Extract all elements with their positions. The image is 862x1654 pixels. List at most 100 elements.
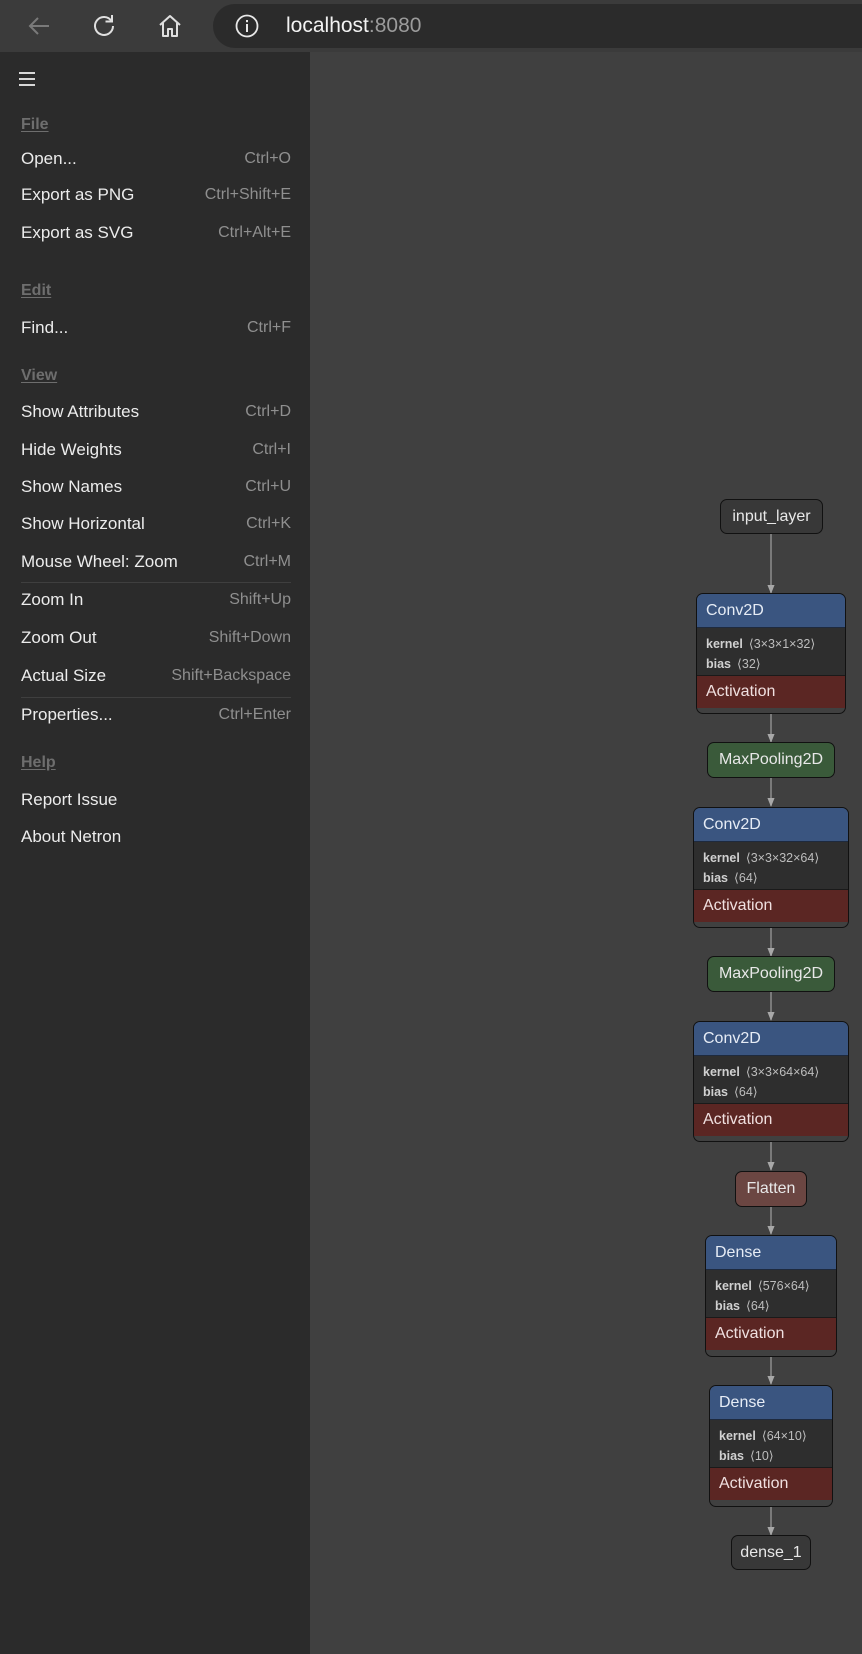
attr-value: ⟨32⟩	[737, 657, 761, 671]
menu-item-properties[interactable]: Properties... Ctrl+Enter	[21, 700, 291, 730]
attr-value: ⟨64⟩	[746, 1299, 770, 1313]
menu-item-zoom-in[interactable]: Zoom In Shift+Up	[21, 585, 291, 615]
menu-item-label: Mouse Wheel: Zoom	[21, 552, 178, 571]
menu-item-label: Show Attributes	[21, 402, 140, 421]
kernel-attr: kernel ⟨576×64⟩	[715, 1276, 836, 1296]
menu-item-label: Show Names	[21, 477, 123, 496]
bias-attr: bias ⟨64⟩	[703, 1082, 848, 1102]
hamburger-menu-icon[interactable]	[19, 72, 35, 86]
activation-label: Activation	[694, 889, 848, 922]
menu-item-shortcut: Ctrl+Alt+E	[218, 224, 291, 241]
menu-item-export-png[interactable]: Export as PNG Ctrl+Shift+E	[21, 180, 291, 210]
conv2d-node[interactable]: Conv2D kernel ⟨3×3×32×64⟩ bias ⟨64⟩ Activa…	[693, 807, 849, 928]
attr-name: bias	[715, 1299, 741, 1313]
address-bar[interactable]: localhost:8080	[213, 4, 862, 48]
maxpooling2d-node[interactable]: MaxPooling2D	[707, 956, 835, 992]
dense-node[interactable]: Dense kernel ⟨576×64⟩ bias ⟨64⟩ Activation	[705, 1235, 837, 1357]
attr-value: ⟨64⟩	[734, 1085, 758, 1099]
maxpooling2d-node[interactable]: MaxPooling2D	[707, 742, 835, 778]
menu-item-mouse-wheel-zoom[interactable]: Mouse Wheel: Zoom Ctrl+M	[21, 547, 291, 577]
menu-item-zoom-out[interactable]: Zoom Out Shift+Down	[21, 623, 291, 653]
menu-divider	[21, 697, 291, 698]
attr-value: ⟨64⟩	[734, 871, 758, 885]
node-type-label: Dense	[706, 1236, 836, 1270]
menu-item-label: Properties...	[21, 705, 113, 724]
attr-name: bias	[703, 1085, 729, 1099]
conv2d-node[interactable]: Conv2D kernel ⟨3×3×1×32⟩ bias ⟨32⟩ Activat…	[696, 593, 846, 714]
home-button[interactable]	[152, 8, 188, 44]
menu-item-actual-size[interactable]: Actual Size Shift+Backspace	[21, 661, 291, 691]
menu-item-label: Open...	[21, 149, 77, 168]
info-icon[interactable]	[235, 14, 259, 38]
activation-label: Activation	[710, 1467, 832, 1500]
activation-label: Activation	[697, 675, 845, 708]
menu-item-label: Find...	[21, 318, 69, 337]
menu-item-show-horizontal[interactable]: Show Horizontal Ctrl+K	[21, 509, 291, 539]
node-attributes: kernel ⟨64×10⟩ bias ⟨10⟩	[710, 1420, 832, 1467]
reload-icon	[94, 15, 114, 36]
graph-output-node[interactable]: dense_1	[731, 1535, 811, 1570]
activation-label: Activation	[694, 1103, 848, 1136]
menu-group-view: View	[21, 367, 58, 384]
menu-item-find[interactable]: Find... Ctrl+F	[21, 313, 291, 343]
attr-name: kernel	[703, 851, 740, 865]
menu-divider	[21, 582, 291, 583]
menu-item-label: Actual Size	[21, 666, 107, 685]
browser-toolbar: localhost:8080	[0, 0, 862, 52]
node-type-label: Conv2D	[694, 808, 848, 842]
menu-group-edit: Edit	[21, 282, 52, 299]
node-type-label: Dense	[710, 1386, 832, 1420]
menu-item-label: Export as PNG	[21, 185, 135, 204]
menu-item-shortcut: Ctrl+M	[243, 553, 291, 570]
menu-item-about-netron[interactable]: About Netron	[21, 822, 291, 852]
attr-value: ⟨64×10⟩	[761, 1429, 807, 1443]
attr-name: kernel	[719, 1429, 756, 1443]
url-host: localhost	[286, 14, 369, 37]
kernel-attr: kernel ⟨64×10⟩	[719, 1426, 832, 1446]
node-type-label: Conv2D	[697, 594, 845, 628]
attr-value: ⟨3×3×1×32⟩	[748, 637, 816, 651]
menu-item-shortcut: Ctrl+F	[247, 319, 291, 336]
menu-item-label: About Netron	[21, 827, 122, 846]
menu-item-shortcut: Ctrl+K	[246, 515, 291, 532]
url-text[interactable]: localhost:8080	[286, 14, 421, 38]
attr-value: ⟨3×3×64×64⟩	[745, 1065, 820, 1079]
menu-item-show-names[interactable]: Show Names Ctrl+U	[21, 472, 291, 502]
node-attributes: kernel ⟨3×3×1×32⟩ bias ⟨32⟩	[697, 628, 845, 675]
menu-item-export-svg[interactable]: Export as SVG Ctrl+Alt+E	[21, 218, 291, 248]
attr-name: bias	[703, 871, 729, 885]
app-menu: File Open... Ctrl+O Export as PNG Ctrl+S…	[0, 52, 310, 1654]
model-graph-canvas[interactable]: input_layer Conv2D kernel ⟨3×3×1×32⟩ bias…	[310, 52, 862, 1654]
menu-item-open[interactable]: Open... Ctrl+O	[21, 144, 291, 174]
bias-attr: bias ⟨10⟩	[719, 1446, 832, 1466]
dense-node[interactable]: Dense kernel ⟨64×10⟩ bias ⟨10⟩ Activation	[709, 1385, 833, 1507]
menu-item-label: Export as SVG	[21, 223, 134, 242]
attr-name: kernel	[703, 1065, 740, 1079]
node-attributes: kernel ⟨576×64⟩ bias ⟨64⟩	[706, 1270, 836, 1317]
arrow-left-icon	[28, 17, 49, 35]
menu-item-shortcut: Ctrl+O	[244, 150, 291, 167]
menu-item-shortcut: Ctrl+Enter	[218, 706, 291, 723]
reload-button[interactable]	[86, 8, 122, 44]
menu-item-label: Hide Weights	[21, 440, 122, 459]
bias-attr: bias ⟨32⟩	[706, 654, 845, 674]
back-button[interactable]	[21, 8, 57, 44]
menu-item-shortcut: Shift+Up	[229, 591, 291, 608]
attr-name: kernel	[715, 1279, 752, 1293]
graph-input-node[interactable]: input_layer	[720, 499, 823, 534]
menu-item-show-attributes[interactable]: Show Attributes Ctrl+D	[21, 397, 291, 427]
attr-name: bias	[719, 1449, 745, 1463]
node-attributes: kernel ⟨3×3×64×64⟩ bias ⟨64⟩	[694, 1056, 848, 1103]
kernel-attr: kernel ⟨3×3×32×64⟩	[703, 848, 848, 868]
kernel-attr: kernel ⟨3×3×1×32⟩	[706, 634, 845, 654]
url-port: :8080	[368, 14, 422, 37]
menu-item-hide-weights[interactable]: Hide Weights Ctrl+I	[21, 435, 291, 465]
menu-item-shortcut: Ctrl+D	[245, 403, 291, 420]
flatten-node[interactable]: Flatten	[735, 1171, 807, 1207]
menu-item-report-issue[interactable]: Report Issue	[21, 785, 291, 815]
conv2d-node[interactable]: Conv2D kernel ⟨3×3×64×64⟩ bias ⟨64⟩ Activa…	[693, 1021, 849, 1142]
node-type-label: Conv2D	[694, 1022, 848, 1056]
menu-group-file: File	[21, 116, 49, 133]
menu-group-help: Help	[21, 754, 56, 771]
kernel-attr: kernel ⟨3×3×64×64⟩	[703, 1062, 848, 1082]
